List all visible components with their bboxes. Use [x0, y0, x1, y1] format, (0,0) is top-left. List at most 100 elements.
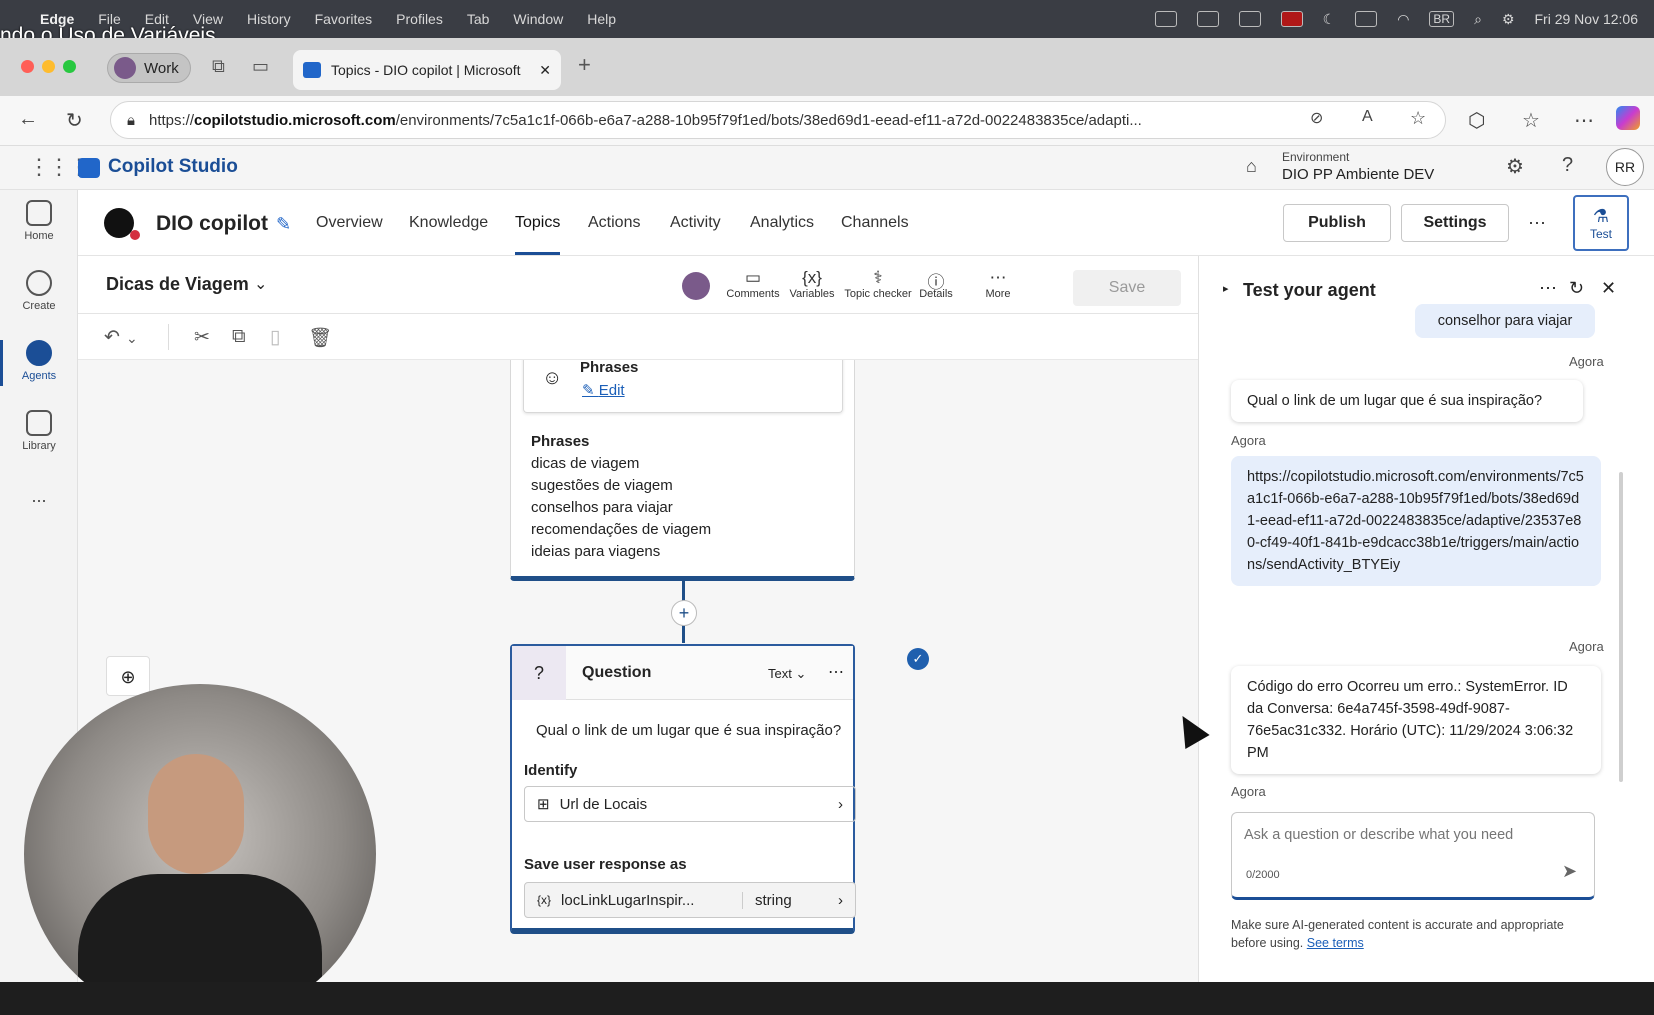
- app-name[interactable]: Copilot Studio: [108, 156, 238, 178]
- trigger-node[interactable]: ☺ Phrases ✎ Edit Phrases dicas de viagem…: [510, 360, 855, 581]
- send-icon[interactable]: ➤: [1562, 861, 1577, 882]
- test-button[interactable]: ⚗ Test: [1573, 195, 1629, 251]
- copilot-icon[interactable]: [1616, 106, 1640, 130]
- chat-input[interactable]: [1244, 827, 1584, 843]
- see-terms-link[interactable]: See terms: [1307, 936, 1364, 950]
- no-tracking-icon[interactable]: ⊘: [1310, 108, 1323, 128]
- spotlight-icon[interactable]: ⌕: [1474, 11, 1482, 28]
- restart-icon[interactable]: ↻: [1569, 278, 1584, 299]
- rail-library[interactable]: Library: [0, 410, 78, 452]
- question-more-icon[interactable]: ⋯: [828, 662, 844, 682]
- zoom-in-icon[interactable]: ⊕: [106, 656, 150, 696]
- url-domain: copilotstudio.microsoft.com: [194, 111, 396, 129]
- tab-analytics[interactable]: Analytics: [750, 214, 814, 232]
- webcam-overlay: [24, 684, 376, 1015]
- details-button[interactable]: ⓘ Details: [916, 268, 956, 300]
- rail-agents[interactable]: Agents: [0, 340, 78, 382]
- chat-input-box[interactable]: 0/2000 ➤: [1231, 812, 1595, 900]
- edit-phrases-link[interactable]: ✎ Edit: [582, 381, 625, 399]
- workspaces-icon[interactable]: ⧉: [212, 56, 225, 77]
- bot-edit-icon[interactable]: ✎: [276, 214, 291, 235]
- test-more-icon[interactable]: ⋯: [1539, 278, 1557, 299]
- help-icon[interactable]: ?: [1562, 154, 1573, 177]
- settings-gear-icon[interactable]: ⚙: [1506, 154, 1524, 179]
- topic-checker-button[interactable]: ⚕ Topic checker: [843, 268, 913, 300]
- more-button[interactable]: ⋯ More: [978, 268, 1018, 300]
- menu-favorites[interactable]: Favorites: [315, 11, 373, 27]
- back-icon[interactable]: ←: [18, 108, 38, 131]
- close-pane-icon[interactable]: ✕: [1601, 278, 1616, 299]
- plus-circle-icon: [26, 270, 52, 296]
- rail-create[interactable]: Create: [0, 270, 78, 312]
- edit-toolbar: ↶ ⌄ ✂ ⧉ ▯ 🗑︎: [78, 314, 1198, 360]
- collapse-caret-icon[interactable]: ▸: [1223, 282, 1229, 295]
- lock-icon[interactable]: 🔒︎: [127, 112, 135, 129]
- tab-close-icon[interactable]: ✕: [539, 62, 551, 79]
- topic-name[interactable]: Dicas de Viagem: [106, 274, 249, 295]
- menu-window[interactable]: Window: [513, 11, 563, 27]
- delete-icon[interactable]: 🗑︎: [308, 326, 332, 350]
- variables-button[interactable]: {x} Variables: [786, 268, 838, 300]
- menu-tab[interactable]: Tab: [467, 11, 490, 27]
- collaborator-avatar[interactable]: [682, 272, 710, 300]
- save-response-variable[interactable]: {x} locLinkLugarInspir... string ›: [524, 882, 856, 918]
- tray-app-icon[interactable]: [1196, 11, 1219, 27]
- menu-profiles[interactable]: Profiles: [396, 11, 443, 27]
- bot-error-message: Código do erro Ocorreu um erro.: SystemE…: [1231, 666, 1601, 774]
- more-icon[interactable]: ⋯: [1574, 108, 1594, 133]
- question-type-dropdown[interactable]: Text ⌄: [768, 666, 806, 682]
- user-avatar[interactable]: RR: [1606, 148, 1644, 186]
- bot-more-button[interactable]: ···: [1528, 212, 1546, 233]
- tab-topics[interactable]: Topics: [515, 214, 560, 232]
- read-aloud-icon[interactable]: A: [1362, 108, 1373, 126]
- input-language[interactable]: BR: [1429, 11, 1455, 27]
- copilot-studio-logo-icon: [78, 158, 100, 178]
- paste-icon[interactable]: ▯: [270, 326, 280, 349]
- favorite-star-icon[interactable]: ☆: [1410, 108, 1426, 129]
- menu-help[interactable]: Help: [587, 11, 616, 27]
- scrollbar[interactable]: [1619, 472, 1623, 782]
- question-prompt[interactable]: Qual o link de um lugar que é sua inspir…: [536, 722, 841, 739]
- publish-button[interactable]: Publish: [1283, 204, 1391, 242]
- grid-icon[interactable]: [1238, 11, 1261, 27]
- tab-overview[interactable]: Overview: [316, 214, 383, 232]
- copy-icon[interactable]: ⧉: [232, 326, 246, 348]
- window-close-button[interactable]: [21, 60, 34, 73]
- extensions-icon[interactable]: ⬡: [1468, 108, 1485, 133]
- tab-knowledge[interactable]: Knowledge: [409, 214, 488, 232]
- topic-dropdown-chevron-icon[interactable]: ⌄: [254, 274, 267, 294]
- menu-history[interactable]: History: [247, 11, 291, 27]
- tab-actions-icon[interactable]: ▭: [252, 56, 269, 77]
- test-button-label: Test: [1589, 227, 1612, 241]
- wifi-icon[interactable]: ◠: [1397, 11, 1409, 28]
- reload-icon[interactable]: ↻: [66, 108, 83, 133]
- control-center-icon[interactable]: ⚙: [1502, 11, 1515, 28]
- browser-tab-active[interactable]: Topics - DIO copilot | Microsoft ✕: [293, 50, 561, 90]
- environment-value[interactable]: DIO PP Ambiente DEV: [1282, 166, 1434, 183]
- identify-field[interactable]: ⊞ Url de Locais ›: [524, 786, 856, 822]
- tab-actions[interactable]: Actions: [588, 214, 640, 232]
- clock[interactable]: Fri 29 Nov 12:06: [1535, 11, 1639, 27]
- tab-activity[interactable]: Activity: [670, 214, 721, 232]
- window-maximize-button[interactable]: [63, 60, 76, 73]
- settings-button[interactable]: Settings: [1401, 204, 1509, 242]
- cut-icon[interactable]: ✂: [194, 326, 210, 349]
- question-node[interactable]: ? Question Text ⌄ ⋯ Qual o link de um lu…: [510, 644, 856, 934]
- record-icon[interactable]: [1280, 11, 1303, 27]
- save-button[interactable]: Save: [1073, 270, 1181, 306]
- undo-dropdown-icon[interactable]: ⌄: [126, 330, 138, 347]
- moon-icon[interactable]: ☾: [1323, 11, 1336, 28]
- comments-button[interactable]: ▭ Comments: [723, 268, 783, 300]
- tab-channels[interactable]: Channels: [841, 214, 909, 232]
- screen-share-icon[interactable]: [1154, 11, 1177, 27]
- new-tab-icon[interactable]: +: [578, 52, 591, 78]
- rail-more-button[interactable]: ...: [0, 486, 78, 507]
- battery-icon[interactable]: [1355, 11, 1378, 27]
- rail-home[interactable]: Home: [0, 200, 78, 242]
- favorites-icon[interactable]: ☆: [1522, 108, 1540, 133]
- add-node-button[interactable]: +: [671, 600, 697, 626]
- undo-icon[interactable]: ↶: [104, 326, 120, 349]
- address-bar[interactable]: 🔒︎ https://copilotstudio.microsoft.com/e…: [110, 101, 1446, 139]
- window-minimize-button[interactable]: [42, 60, 55, 73]
- profile-button[interactable]: Work: [107, 53, 191, 83]
